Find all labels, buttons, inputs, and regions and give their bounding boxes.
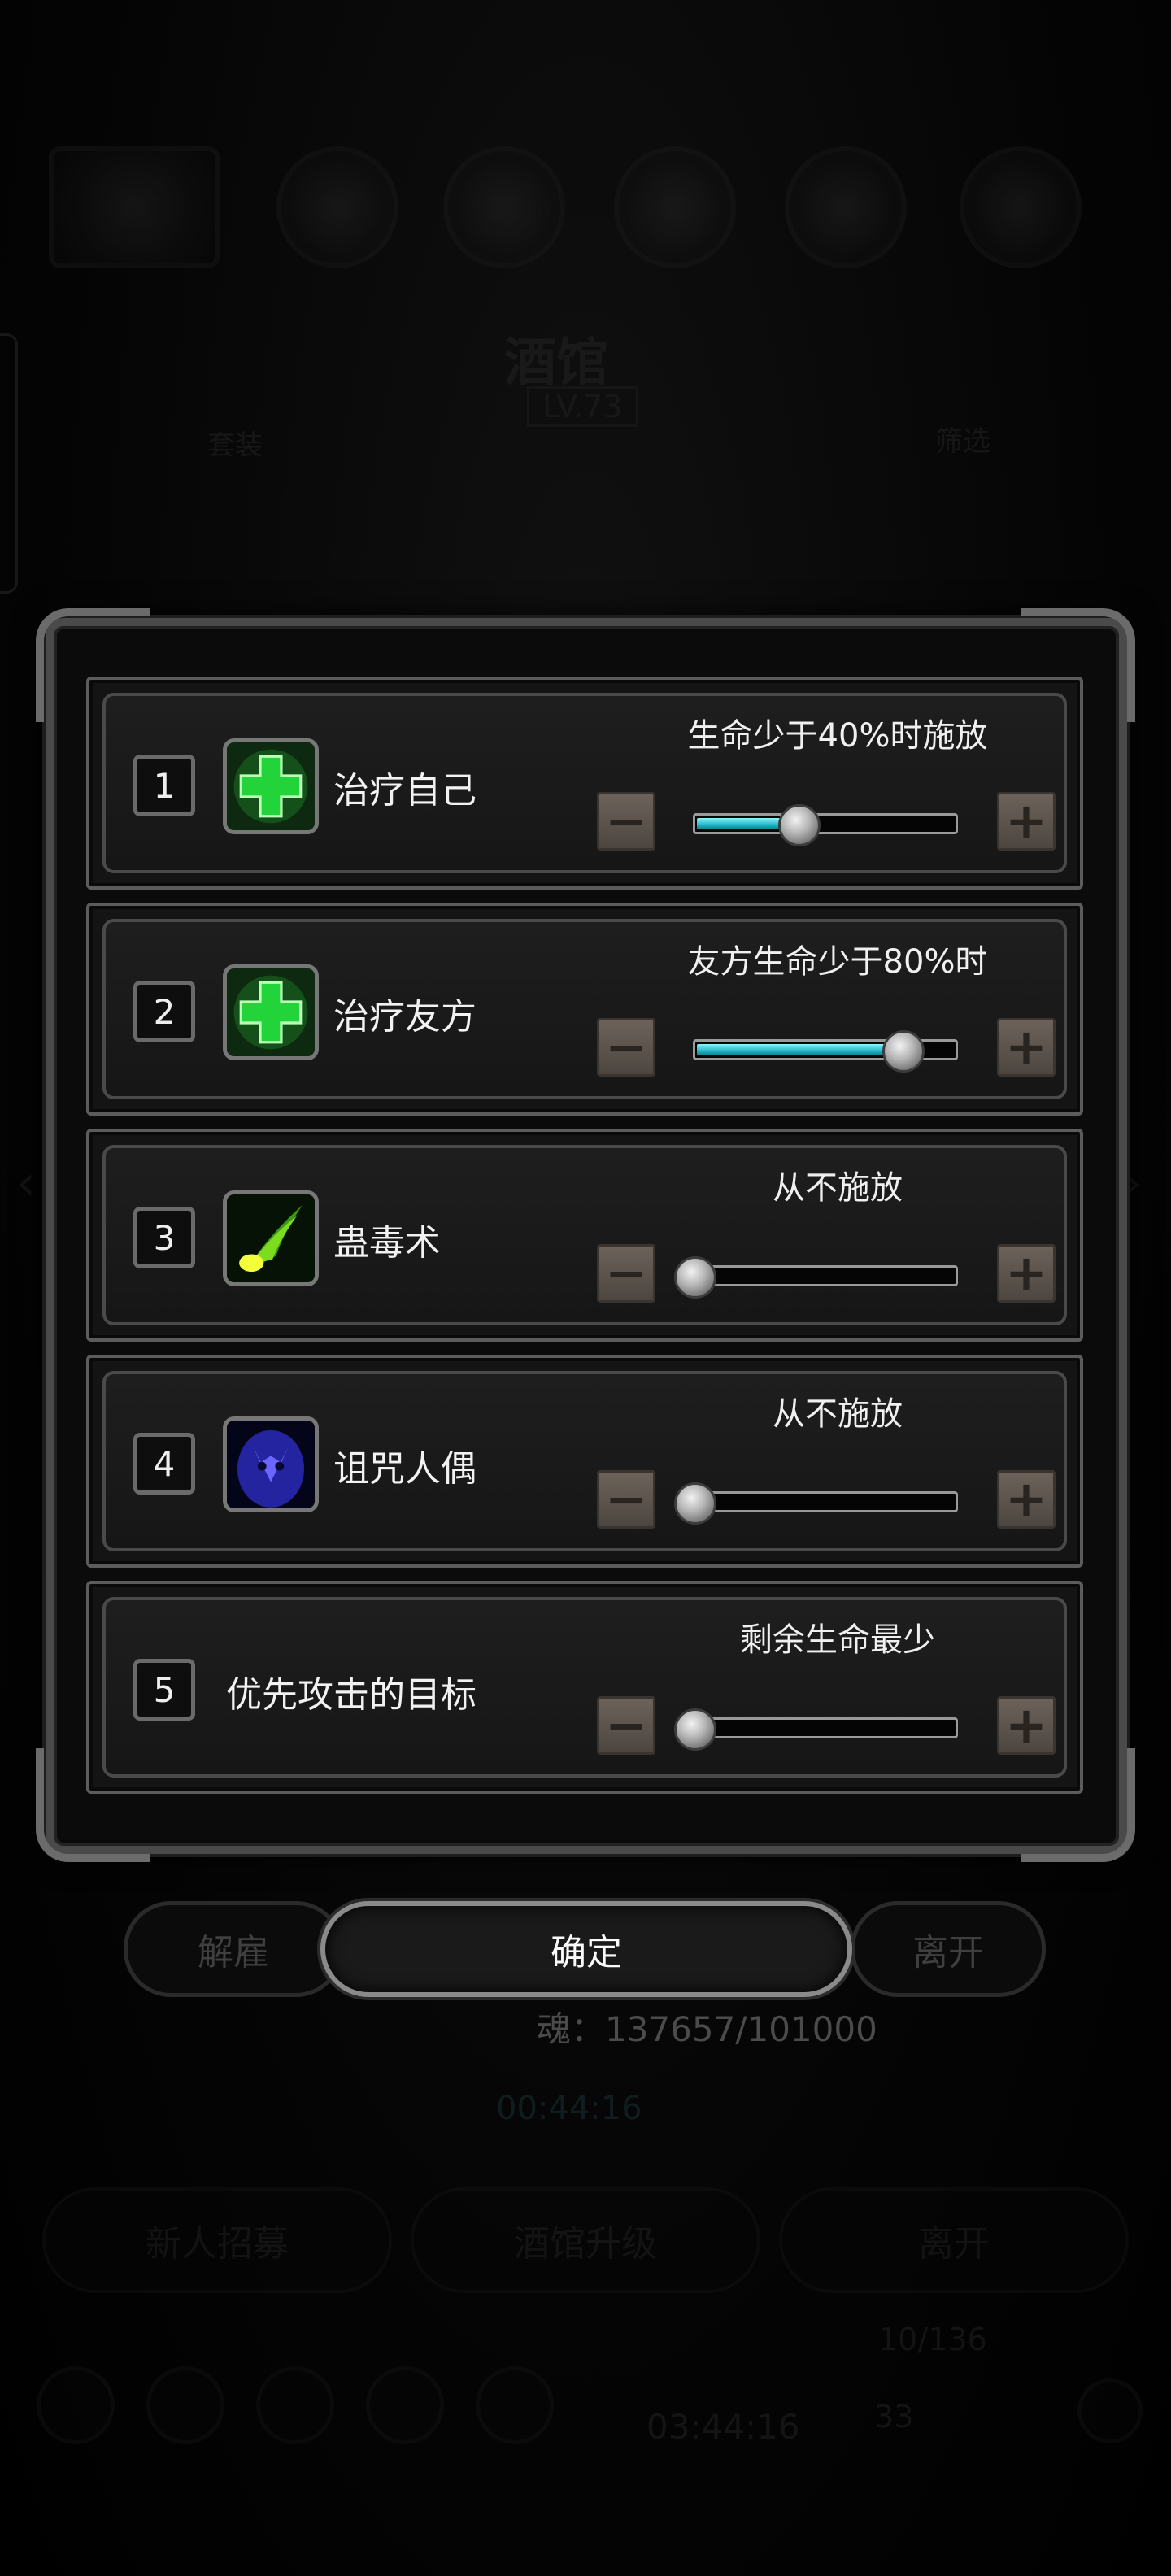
increase-button[interactable]: + bbox=[997, 1470, 1056, 1529]
skill-row: 1 治疗自己 生命少于40%时施放 − + bbox=[86, 677, 1083, 890]
green-cross-icon bbox=[223, 738, 319, 834]
plus-icon: + bbox=[1005, 1017, 1047, 1077]
sword-icon bbox=[49, 146, 220, 268]
decrease-button[interactable]: − bbox=[597, 1696, 655, 1755]
decrease-button[interactable]: − bbox=[597, 1018, 655, 1077]
plus-icon: + bbox=[1005, 791, 1047, 851]
poison-claw-icon bbox=[223, 1190, 319, 1286]
skill-name: 蛊毒术 bbox=[333, 1222, 441, 1264]
slider-knob[interactable] bbox=[674, 1482, 716, 1525]
increase-button[interactable]: + bbox=[997, 1244, 1056, 1303]
row-number: 5 bbox=[133, 1659, 195, 1721]
threshold-slider[interactable] bbox=[693, 1030, 958, 1073]
menu-circle-icon bbox=[146, 2366, 224, 2444]
plus-icon: + bbox=[1005, 1695, 1047, 1755]
minus-icon: − bbox=[605, 1243, 647, 1303]
minus-icon: − bbox=[605, 1017, 647, 1077]
increase-button[interactable]: + bbox=[997, 1018, 1056, 1077]
skill-row: 5 优先攻击的目标 剩余生命最少 − + bbox=[86, 1581, 1083, 1794]
minus-icon: − bbox=[605, 1695, 647, 1755]
skill-row: 2 治疗友方 友方生命少于80%时 − + bbox=[86, 903, 1083, 1116]
cast-condition: 生命少于40%时施放 bbox=[687, 717, 988, 755]
boots-icon bbox=[960, 146, 1082, 268]
cast-condition: 从不施放 bbox=[773, 1169, 903, 1207]
menu-circle-icon bbox=[366, 2366, 444, 2444]
slider-knob[interactable] bbox=[674, 1708, 716, 1751]
skill-row: 4 诅咒人偶 从不施放 − + bbox=[86, 1355, 1083, 1568]
add-icon bbox=[1077, 2378, 1143, 2443]
decrease-button[interactable]: − bbox=[597, 1470, 655, 1529]
slider-fill bbox=[697, 1044, 905, 1055]
soul-counter: 魂：137657/101000 bbox=[537, 2009, 877, 2049]
skill-name: 诅咒人偶 bbox=[333, 1448, 477, 1490]
gloves-icon bbox=[614, 146, 736, 268]
gift-timer: 03:44:16 bbox=[646, 2407, 800, 2447]
threshold-slider[interactable] bbox=[674, 1482, 958, 1525]
slider-knob[interactable] bbox=[778, 804, 821, 846]
menu-circle-icon bbox=[256, 2366, 334, 2444]
filter-label: 筛选 bbox=[935, 425, 990, 458]
hero-title: 酒馆 bbox=[504, 333, 608, 394]
slider-knob[interactable] bbox=[882, 1030, 925, 1073]
helmet-icon bbox=[276, 146, 398, 268]
threshold-slider[interactable] bbox=[674, 1256, 958, 1299]
plus-icon: + bbox=[1005, 1469, 1047, 1529]
skill-name: 治疗友方 bbox=[333, 996, 477, 1038]
slider-knob[interactable] bbox=[674, 1256, 716, 1299]
minus-icon: − bbox=[605, 1469, 647, 1529]
cast-condition: 从不施放 bbox=[773, 1395, 903, 1433]
skill-list: 1 治疗自己 生命少于40%时施放 − + 2 治疗友方 友方生命少于80%时 … bbox=[86, 677, 1083, 1807]
recruit-button: 新人招募 bbox=[42, 2187, 392, 2293]
curse-doll-icon bbox=[223, 1416, 319, 1512]
tavern-upgrade-button: 酒馆升级 bbox=[411, 2187, 760, 2293]
increase-button[interactable]: + bbox=[997, 1696, 1056, 1755]
menu-circle-icon bbox=[476, 2366, 554, 2444]
resource-count-1: 10/136 bbox=[878, 2321, 987, 2357]
row-number: 4 bbox=[133, 1433, 195, 1495]
prev-arrow-icon: ‹ bbox=[16, 1155, 36, 1212]
skill-name: 治疗自己 bbox=[333, 770, 477, 812]
dismiss-button[interactable]: 解雇 bbox=[124, 1901, 343, 1997]
row-number: 3 bbox=[133, 1207, 195, 1268]
gem-icon bbox=[785, 146, 907, 268]
target-slider[interactable] bbox=[674, 1708, 958, 1751]
hero-level: LV.73 bbox=[527, 386, 638, 427]
cast-condition: 友方生命少于80%时 bbox=[687, 943, 988, 981]
recruit-timer: 00:44:16 bbox=[496, 2090, 642, 2127]
target-priority-label: 优先攻击的目标 bbox=[226, 1674, 477, 1716]
increase-button[interactable]: + bbox=[997, 792, 1056, 851]
minus-icon: − bbox=[605, 791, 647, 851]
row-number: 2 bbox=[133, 981, 195, 1042]
green-cross-icon bbox=[223, 964, 319, 1060]
row-number: 1 bbox=[133, 755, 195, 816]
resource-count-2: 33 bbox=[874, 2399, 914, 2435]
plus-icon: + bbox=[1005, 1243, 1047, 1303]
confirm-button[interactable]: 确定 bbox=[320, 1901, 852, 1997]
decrease-button[interactable]: − bbox=[597, 792, 655, 851]
threshold-slider[interactable] bbox=[693, 804, 958, 846]
set-label: 套装 bbox=[207, 429, 263, 462]
leave-tavern-button: 离开 bbox=[779, 2187, 1129, 2293]
menu-circle-icon bbox=[37, 2366, 115, 2444]
armor-icon bbox=[443, 146, 565, 268]
side-tab bbox=[0, 333, 18, 594]
leave-button[interactable]: 离开 bbox=[851, 1901, 1046, 1997]
skill-row: 3 蛊毒术 从不施放 − + bbox=[86, 1129, 1083, 1342]
target-condition: 剩余生命最少 bbox=[740, 1621, 935, 1659]
decrease-button[interactable]: − bbox=[597, 1244, 655, 1303]
